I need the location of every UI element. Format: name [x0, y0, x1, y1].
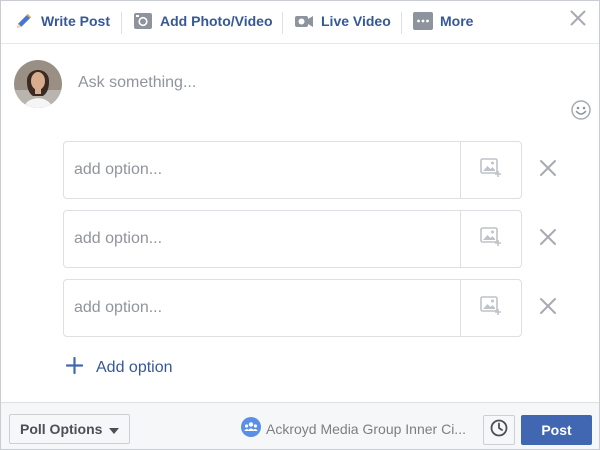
tab-write-post[interactable]: Write Post	[14, 1, 110, 41]
tab-divider	[121, 12, 122, 34]
add-option-button[interactable]: Add option	[65, 356, 173, 380]
camera-icon	[133, 11, 153, 31]
tab-live-video[interactable]: Live Video	[294, 1, 391, 41]
add-option-label: Add option	[96, 359, 173, 376]
poll-option-row: add option...	[63, 279, 522, 337]
tab-label: Live Video	[321, 13, 391, 29]
audience-name: Ackroyd Media Group Inner Ci...	[266, 421, 466, 437]
caret-down-icon	[109, 421, 120, 437]
close-dialog-button[interactable]	[569, 10, 587, 31]
clock-icon	[490, 419, 508, 442]
avatar	[14, 60, 62, 108]
close-icon	[539, 228, 557, 251]
remove-option-button[interactable]	[538, 159, 558, 182]
close-icon	[539, 159, 557, 182]
video-camera-icon	[294, 11, 314, 31]
schedule-button[interactable]	[483, 415, 515, 445]
poll-composer-dialog: Write Post Add Photo/Video Live Video Mo…	[0, 0, 600, 450]
pencil-icon	[14, 11, 34, 31]
emoji-button[interactable]	[571, 100, 591, 120]
poll-options-dropdown[interactable]: Poll Options	[9, 414, 131, 444]
tab-divider	[401, 12, 402, 34]
tab-label: Add Photo/Video	[160, 13, 273, 29]
tab-label: More	[440, 13, 474, 29]
poll-option-input[interactable]: add option...	[74, 280, 459, 336]
ask-question-input[interactable]: Ask something...	[78, 74, 196, 92]
add-image-icon	[480, 226, 502, 252]
post-button[interactable]: Post	[521, 415, 592, 445]
tab-more[interactable]: More	[413, 1, 473, 41]
poll-option-row: add option...	[63, 141, 522, 199]
composer-footer: Poll Options Ackroyd Media Group Inner C…	[1, 402, 599, 449]
tab-divider	[282, 12, 283, 34]
remove-option-button[interactable]	[538, 228, 558, 251]
poll-option-input[interactable]: add option...	[74, 211, 459, 267]
option-photo-button[interactable]	[460, 211, 521, 267]
add-image-icon	[480, 157, 502, 183]
tab-label: Write Post	[41, 13, 110, 29]
smiley-icon	[571, 100, 591, 124]
audience-selector[interactable]: Ackroyd Media Group Inner Ci...	[241, 416, 466, 442]
add-image-icon	[480, 295, 502, 321]
composer-tabs: Write Post Add Photo/Video Live Video Mo…	[1, 1, 599, 44]
plus-icon	[65, 356, 84, 379]
poll-option-input[interactable]: add option...	[74, 142, 459, 198]
poll-options-label: Poll Options	[20, 421, 103, 437]
option-photo-button[interactable]	[460, 280, 521, 336]
more-icon	[413, 11, 433, 31]
group-icon	[241, 416, 261, 442]
close-icon	[570, 10, 586, 31]
poll-option-row: add option...	[63, 210, 522, 268]
option-photo-button[interactable]	[460, 142, 521, 198]
remove-option-button[interactable]	[538, 297, 558, 320]
close-icon	[539, 297, 557, 320]
tab-add-photo-video[interactable]: Add Photo/Video	[133, 1, 273, 41]
